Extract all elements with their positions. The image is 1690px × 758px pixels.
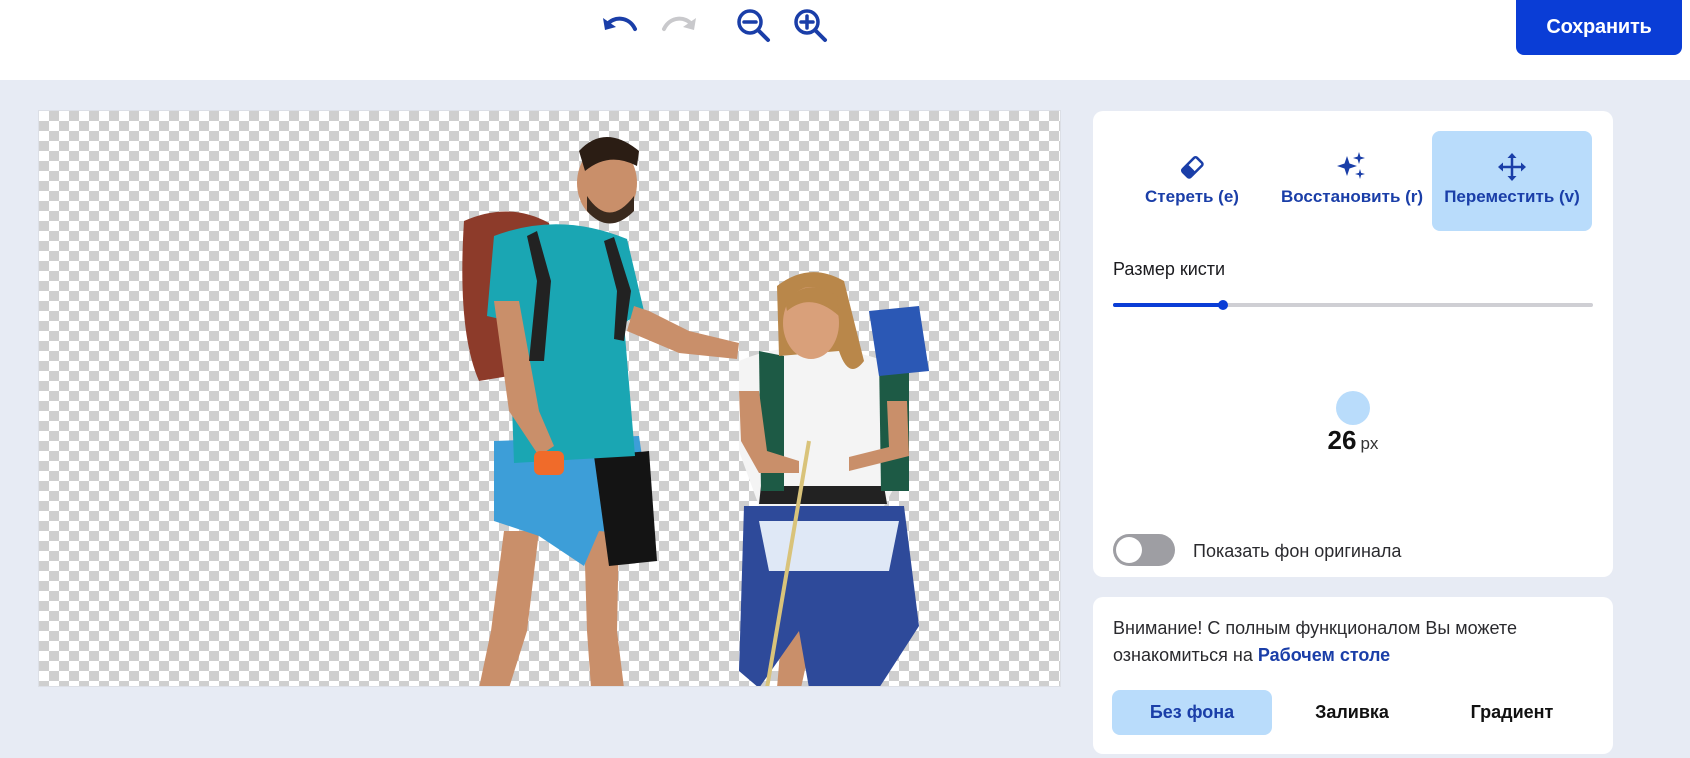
zoom-in-icon[interactable] xyxy=(789,6,833,46)
slider-thumb[interactable] xyxy=(1218,300,1229,310)
undo-icon[interactable] xyxy=(599,6,643,46)
tool-panel: Стереть (e) Восстановить (r) Переместить… xyxy=(1093,111,1613,577)
brush-size-slider[interactable] xyxy=(1113,297,1593,313)
restore-mode-label: Восстановить (r) xyxy=(1280,186,1424,206)
move-icon xyxy=(1498,152,1526,182)
save-button[interactable]: Сохранить xyxy=(1516,0,1682,55)
tab-fill[interactable]: Заливка xyxy=(1272,690,1432,735)
background-panel: Внимание! С полным функционалом Вы может… xyxy=(1093,597,1613,754)
subject-image xyxy=(462,137,929,686)
restore-mode-button[interactable]: Восстановить (r) xyxy=(1272,131,1432,231)
brush-size-unit: px xyxy=(1360,434,1379,453)
brush-size-readout: 26 px xyxy=(1093,425,1613,456)
eraser-icon xyxy=(1179,152,1205,182)
redo-icon[interactable] xyxy=(656,6,700,46)
move-mode-button[interactable]: Переместить (v) xyxy=(1432,131,1592,231)
editor-canvas[interactable] xyxy=(38,110,1061,687)
toggle-knob xyxy=(1116,537,1142,563)
brush-preview xyxy=(1336,391,1370,425)
show-original-toggle[interactable] xyxy=(1113,534,1175,566)
brush-size-label: Размер кисти xyxy=(1113,259,1226,279)
erase-mode-label: Стереть (e) xyxy=(1145,186,1239,206)
top-toolbar: Сохранить xyxy=(0,0,1690,80)
slider-fill xyxy=(1113,303,1224,307)
notice-message: Внимание! С полным функционалом Вы может… xyxy=(1113,615,1583,669)
tab-gradient[interactable]: Градиент xyxy=(1432,690,1592,735)
tab-no-background[interactable]: Без фона xyxy=(1112,690,1272,735)
show-original-label: Показать фон оригинала xyxy=(1193,541,1402,561)
workspace-link[interactable]: Рабочем столе xyxy=(1258,645,1390,665)
move-mode-label: Переместить (v) xyxy=(1444,186,1580,206)
erase-mode-button[interactable]: Стереть (e) xyxy=(1112,131,1272,231)
brush-size-value: 26 xyxy=(1327,425,1357,455)
zoom-out-icon[interactable] xyxy=(732,6,776,46)
sparkles-icon xyxy=(1337,151,1367,182)
